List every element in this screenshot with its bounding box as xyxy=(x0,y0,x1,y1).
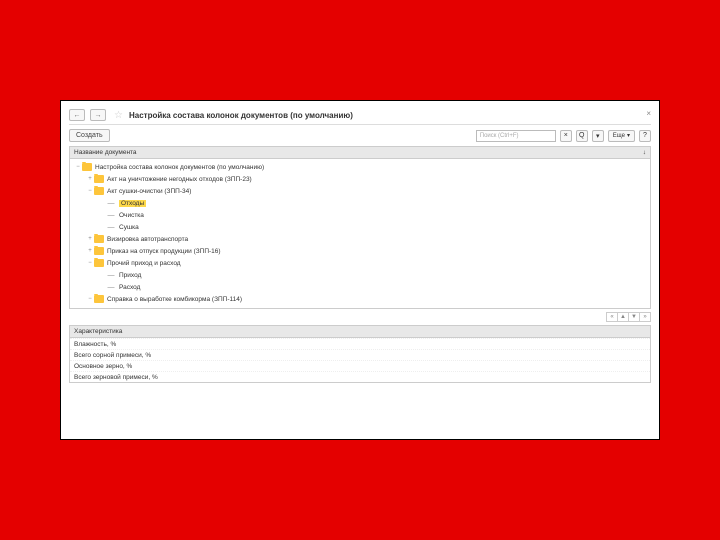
characteristics-list: Влажность, %Всего сорной примеси, %Основ… xyxy=(69,338,651,383)
close-icon[interactable]: × xyxy=(646,109,651,118)
tree-row[interactable]: + Визировка автотранспорта xyxy=(70,233,650,245)
folder-icon xyxy=(94,235,104,243)
tree-row-label: Сушка xyxy=(119,224,139,231)
tree-row-label: Расход xyxy=(119,284,140,291)
characteristic-row[interactable]: Всего зерновой примеси, % xyxy=(70,371,650,382)
tree-row[interactable]: —Отходы xyxy=(70,197,650,209)
tree-row[interactable]: —Расход xyxy=(70,281,650,293)
toolbar: Создать Поиск (Ctrl+F) × Q ▾ Еще▾ ? xyxy=(69,125,651,146)
tree-row-label: Очистка xyxy=(119,212,144,219)
tree-row[interactable]: − Акт сушки-очистки (ЗПП-34) xyxy=(70,185,650,197)
help-button[interactable]: ? xyxy=(639,130,651,142)
favorite-star-icon[interactable]: ☆ xyxy=(114,110,123,121)
tree-column-header[interactable]: Название документа ↓ xyxy=(69,146,651,159)
characteristics-header[interactable]: Характеристика xyxy=(69,325,651,338)
tree-toggle-icon[interactable]: + xyxy=(86,236,94,242)
search-clear-button[interactable]: × xyxy=(560,130,572,142)
search-dropdown-button[interactable]: ▾ xyxy=(592,130,604,142)
nav-back-button[interactable]: ← xyxy=(69,109,85,121)
tree-row-label: Справка о выработке комбикорма (ЗПП-114) xyxy=(107,296,242,303)
tree-row[interactable]: + Акт на уничтожение негодных отходов (ЗП… xyxy=(70,173,650,185)
leaf-icon: — xyxy=(106,272,116,279)
leaf-icon: — xyxy=(106,200,116,207)
nav-forward-button[interactable]: → xyxy=(90,109,106,121)
tree-row[interactable]: —Очистка xyxy=(70,209,650,221)
characteristic-row[interactable]: Всего сорной примеси, % xyxy=(70,349,650,360)
tree-row-label: Прочий приход и расход xyxy=(107,260,181,267)
characteristic-row[interactable]: Основное зерно, % xyxy=(70,360,650,371)
tree-row[interactable]: − Прочий приход и расход xyxy=(70,257,650,269)
column-name-label: Название документа xyxy=(74,149,137,156)
chevron-down-icon: ▾ xyxy=(627,132,630,139)
characteristic-row[interactable]: Влажность, % xyxy=(70,338,650,349)
tree-toggle-icon[interactable]: − xyxy=(86,296,94,302)
tree-row-label: Отходы xyxy=(119,200,146,207)
tree-toggle-icon[interactable]: − xyxy=(86,260,94,266)
tree-row[interactable]: + Приказ на отпуск продукции (ЗПП-16) xyxy=(70,245,650,257)
tree-row-label: Приказ на отпуск продукции (ЗПП-16) xyxy=(107,248,221,255)
tree-row[interactable]: —Приход xyxy=(70,269,650,281)
leaf-icon: — xyxy=(106,224,116,231)
leaf-icon: — xyxy=(106,284,116,291)
folder-icon xyxy=(94,259,104,267)
titlebar: ← → ☆ Настройка состава колонок документ… xyxy=(69,109,651,125)
tree-toggle-icon[interactable]: + xyxy=(86,176,94,182)
pager-last-button[interactable]: » xyxy=(639,312,651,322)
sort-indicator-icon: ↓ xyxy=(643,149,646,156)
folder-icon xyxy=(94,295,104,303)
tree-row-label: Настройка состава колонок документов (по… xyxy=(95,164,264,171)
tree-toggle-icon[interactable]: + xyxy=(86,248,94,254)
create-button[interactable]: Создать xyxy=(69,129,110,142)
folder-icon xyxy=(94,247,104,255)
tree-pager: « ▲ ▼ » xyxy=(69,309,651,325)
tree-row-label: Визировка автотранспорта xyxy=(107,236,188,243)
tree-row-label: Акт на уничтожение негодных отходов (ЗПП… xyxy=(107,176,252,183)
tree-toggle-icon[interactable]: − xyxy=(74,164,82,170)
folder-icon xyxy=(82,163,92,171)
leaf-icon: — xyxy=(106,212,116,219)
page-title: Настройка состава колонок документов (по… xyxy=(129,111,353,120)
search-go-button[interactable]: Q xyxy=(576,130,588,142)
app-window: ← → ☆ Настройка состава колонок документ… xyxy=(60,100,660,440)
tree-row[interactable]: —Сушка xyxy=(70,221,650,233)
folder-icon xyxy=(94,175,104,183)
tree-row[interactable]: − Справка о выработке комбикорма (ЗПП-114… xyxy=(70,293,650,305)
tree-toggle-icon[interactable]: − xyxy=(86,188,94,194)
tree-row-label: Приход xyxy=(119,272,141,279)
document-tree[interactable]: − Настройка состава колонок документов (п… xyxy=(69,159,651,309)
tree-row[interactable]: − Настройка состава колонок документов (п… xyxy=(70,161,650,173)
search-input[interactable]: Поиск (Ctrl+F) xyxy=(476,130,556,142)
more-button[interactable]: Еще▾ xyxy=(608,130,635,142)
tree-row-label: Акт сушки-очистки (ЗПП-34) xyxy=(107,188,191,195)
folder-icon xyxy=(94,187,104,195)
